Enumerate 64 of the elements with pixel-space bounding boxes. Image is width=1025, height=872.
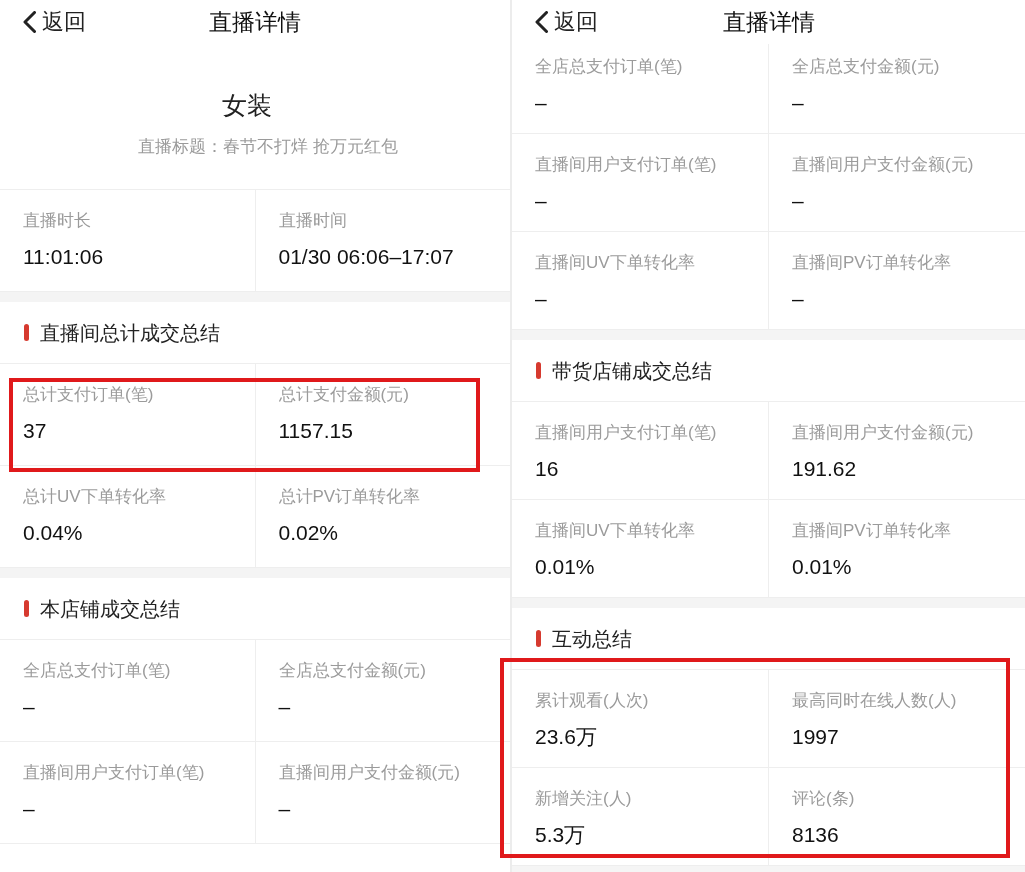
metric-label: 总计支付金额(元) <box>278 384 409 406</box>
metric-label: 新增关注(人) <box>535 788 632 810</box>
metric-value: 01/30 06:06–17:07 <box>278 244 454 270</box>
back-button[interactable]: 返回 <box>23 8 86 36</box>
metric-label: 直播间用户支付订单(笔) <box>535 154 717 176</box>
metric-value: 0.02% <box>278 520 339 546</box>
metric-value: – <box>535 188 547 214</box>
back-button[interactable]: 返回 <box>535 8 598 36</box>
metric-label: 全店总支付金额(元) <box>792 56 940 78</box>
metric-label: 总计PV订单转化率 <box>278 486 421 508</box>
metric-value: 191.62 <box>792 456 857 482</box>
metric-value: 23.6万 <box>535 724 597 750</box>
metric-label: 直播间用户支付订单(笔) <box>23 762 205 784</box>
metric-label: 最高同时在线人数(人) <box>792 690 957 712</box>
metric-label: 累计观看(人次) <box>535 690 649 712</box>
accent-bar-icon <box>24 324 29 341</box>
metric-value: 8136 <box>792 822 839 848</box>
store-name: 女装 <box>222 91 272 119</box>
chevron-left-icon <box>23 11 36 33</box>
metric-value: – <box>23 694 35 720</box>
metric-value: 0.01% <box>792 554 852 580</box>
accent-bar-icon <box>24 600 29 617</box>
accent-bar-icon <box>536 362 541 379</box>
metric-label: 直播间用户支付订单(笔) <box>535 422 717 444</box>
metric-value: – <box>792 90 804 116</box>
metric-value: – <box>23 796 35 822</box>
metric-label: 评论(条) <box>792 788 855 810</box>
metric-value: 11:01:06 <box>23 244 104 270</box>
metric-label: 总计支付订单(笔) <box>23 384 154 406</box>
accent-bar-icon <box>536 630 541 647</box>
metric-value: – <box>535 286 547 312</box>
metric-label: 直播间用户支付金额(元) <box>278 762 460 784</box>
metric-label: 全店总支付订单(笔) <box>535 56 683 78</box>
metric-label: 直播时长 <box>23 210 91 232</box>
metric-value: – <box>792 286 804 312</box>
metric-value: 16 <box>535 456 559 482</box>
metric-label: 直播间UV下单转化率 <box>535 520 695 542</box>
metric-value: 0.04% <box>23 520 83 546</box>
metric-value: 1997 <box>792 724 839 750</box>
metric-label: 直播间用户支付金额(元) <box>792 422 974 444</box>
section-title: 本店铺成交总结 <box>40 596 180 622</box>
metric-value: 0.01% <box>535 554 595 580</box>
metric-label: 直播间用户支付金额(元) <box>792 154 974 176</box>
metric-label: 总计UV下单转化率 <box>23 486 166 508</box>
section-title: 互动总结 <box>552 626 632 652</box>
metric-label: 直播间PV订单转化率 <box>792 520 951 542</box>
page-title: 直播详情 <box>209 8 301 37</box>
metric-value: – <box>278 796 291 822</box>
metric-label: 全店总支付金额(元) <box>278 660 426 682</box>
metric-value: – <box>278 694 291 720</box>
page-title: 直播详情 <box>722 8 815 37</box>
metric-value: 5.3万 <box>535 822 586 848</box>
chevron-left-icon <box>535 11 548 33</box>
metric-value: – <box>535 90 547 116</box>
metric-value: 1157.15 <box>278 418 353 444</box>
metric-label: 直播时间 <box>278 210 347 232</box>
metric-label: 直播间PV订单转化率 <box>792 252 951 274</box>
section-title: 带货店铺成交总结 <box>552 358 712 384</box>
metric-label: 全店总支付订单(笔) <box>23 660 171 682</box>
live-subtitle: 直播标题：春节不打烊 抢万元红包 <box>138 136 398 158</box>
metric-value: – <box>792 188 804 214</box>
section-title: 直播间总计成交总结 <box>40 320 220 346</box>
metric-label: 直播间UV下单转化率 <box>535 252 695 274</box>
metric-value: 37 <box>23 418 47 444</box>
